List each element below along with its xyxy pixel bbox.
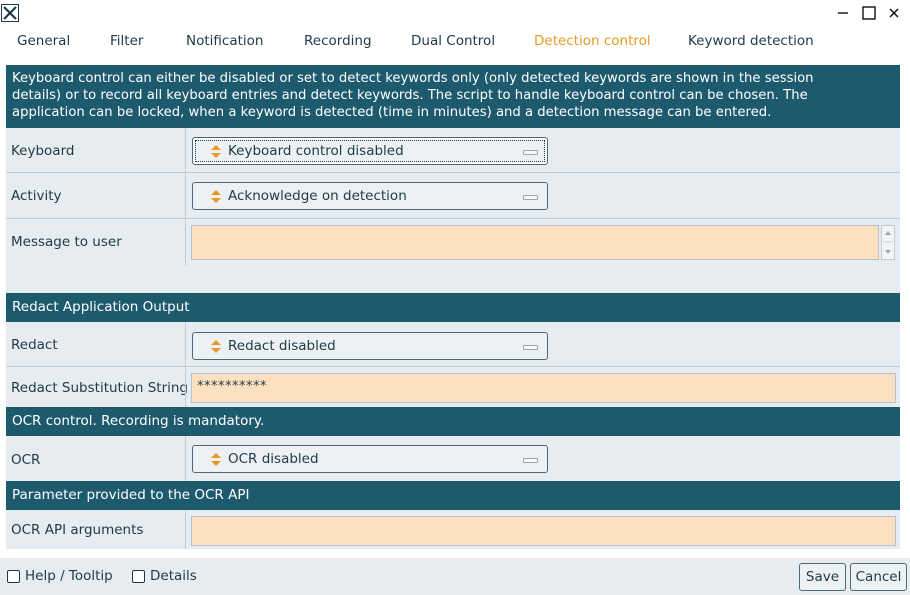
activity-row: Activity Acknowledge on detection <box>6 173 900 219</box>
column-divider <box>185 436 186 481</box>
tab-recording[interactable]: Recording <box>304 33 372 49</box>
help-tooltip-label[interactable]: Help / Tooltip <box>25 568 113 584</box>
ocr-api-arguments-label: OCR API arguments <box>11 522 144 538</box>
column-divider <box>185 128 186 172</box>
help-tooltip-checkbox[interactable] <box>7 570 20 583</box>
sort-arrows-icon <box>210 453 222 470</box>
tab-dual-control[interactable]: Dual Control <box>411 33 495 49</box>
activity-select[interactable]: Acknowledge on detection <box>192 182 548 210</box>
keyboard-row: Keyboard Keyboard control disabled <box>6 128 900 173</box>
close-icon[interactable] <box>883 3 905 23</box>
tab-bar: General Filter Notification Recording Du… <box>0 27 910 63</box>
ocr-section-header: OCR control. Recording is mandatory. <box>6 407 900 436</box>
message-row: Message to user <box>6 219 900 293</box>
redact-label: Redact <box>11 337 58 353</box>
sort-arrows-icon <box>210 145 222 162</box>
tab-filter[interactable]: Filter <box>110 33 143 49</box>
intro-line: details) or to record all keyboard entri… <box>12 88 808 103</box>
redact-select[interactable]: Redact disabled <box>192 332 548 360</box>
keyboard-select-value: Keyboard control disabled <box>228 143 404 159</box>
ocr-api-arguments-input[interactable] <box>191 516 896 546</box>
redact-section-header: Redact Application Output <box>6 293 900 322</box>
ocr-select[interactable]: OCR disabled <box>192 445 548 473</box>
minimize-icon[interactable] <box>832 3 854 23</box>
ocr-api-arguments-row: OCR API arguments <box>6 510 900 549</box>
column-divider <box>185 173 186 218</box>
redact-select-value: Redact disabled <box>228 338 336 354</box>
ocr-label: OCR <box>11 452 41 468</box>
sort-arrows-icon <box>210 190 222 207</box>
details-label[interactable]: Details <box>150 568 197 584</box>
ocr-parameter-section-header: Parameter provided to the OCR API <box>6 481 900 510</box>
redact-row: Redact Redact disabled <box>6 322 900 367</box>
activity-label: Activity <box>11 188 62 204</box>
tab-keyword-detection[interactable]: Keyword detection <box>688 33 814 49</box>
redact-substitution-label: Redact Substitution String <box>11 380 188 396</box>
maximize-icon[interactable] <box>858 3 880 23</box>
intro-line: Keyboard control can either be disabled … <box>12 71 814 86</box>
activity-select-value: Acknowledge on detection <box>228 188 407 204</box>
dropdown-handle-icon <box>523 345 538 350</box>
app-logo-icon <box>1 4 19 22</box>
tab-general[interactable]: General <box>17 33 70 49</box>
ocr-row: OCR OCR disabled <box>6 436 900 481</box>
redact-substitution-value: ********** <box>197 379 267 394</box>
tab-detection-control[interactable]: Detection control <box>534 33 651 49</box>
tab-notification[interactable]: Notification <box>186 33 263 49</box>
cancel-button[interactable]: Cancel <box>850 563 907 591</box>
detection-control-panel: Keyboard control can either be disabled … <box>6 65 900 549</box>
details-checkbox[interactable] <box>132 570 145 583</box>
message-label: Message to user <box>11 234 122 250</box>
dropdown-handle-icon <box>523 195 538 200</box>
column-divider <box>185 367 186 407</box>
dropdown-handle-icon <box>523 458 538 463</box>
keyboard-label: Keyboard <box>11 143 75 159</box>
redact-substitution-row: Redact Substitution String ********** <box>6 367 900 407</box>
column-divider <box>185 510 186 549</box>
sort-arrows-icon <box>210 340 222 357</box>
redact-substitution-input[interactable]: ********** <box>191 373 896 403</box>
intro-line: application can be locked, when a keywor… <box>12 105 772 120</box>
dropdown-handle-icon <box>523 150 538 155</box>
message-textarea[interactable] <box>191 225 879 260</box>
ocr-select-value: OCR disabled <box>228 451 319 467</box>
title-bar <box>0 0 910 27</box>
footer-bar: Help / Tooltip Details Save Cancel <box>0 558 910 595</box>
keyboard-select[interactable]: Keyboard control disabled <box>192 137 548 165</box>
column-divider <box>185 219 186 266</box>
intro-description: Keyboard control can either be disabled … <box>6 65 900 128</box>
message-scrollbar[interactable] <box>881 225 895 260</box>
column-divider <box>185 322 186 366</box>
save-button[interactable]: Save <box>799 563 846 591</box>
